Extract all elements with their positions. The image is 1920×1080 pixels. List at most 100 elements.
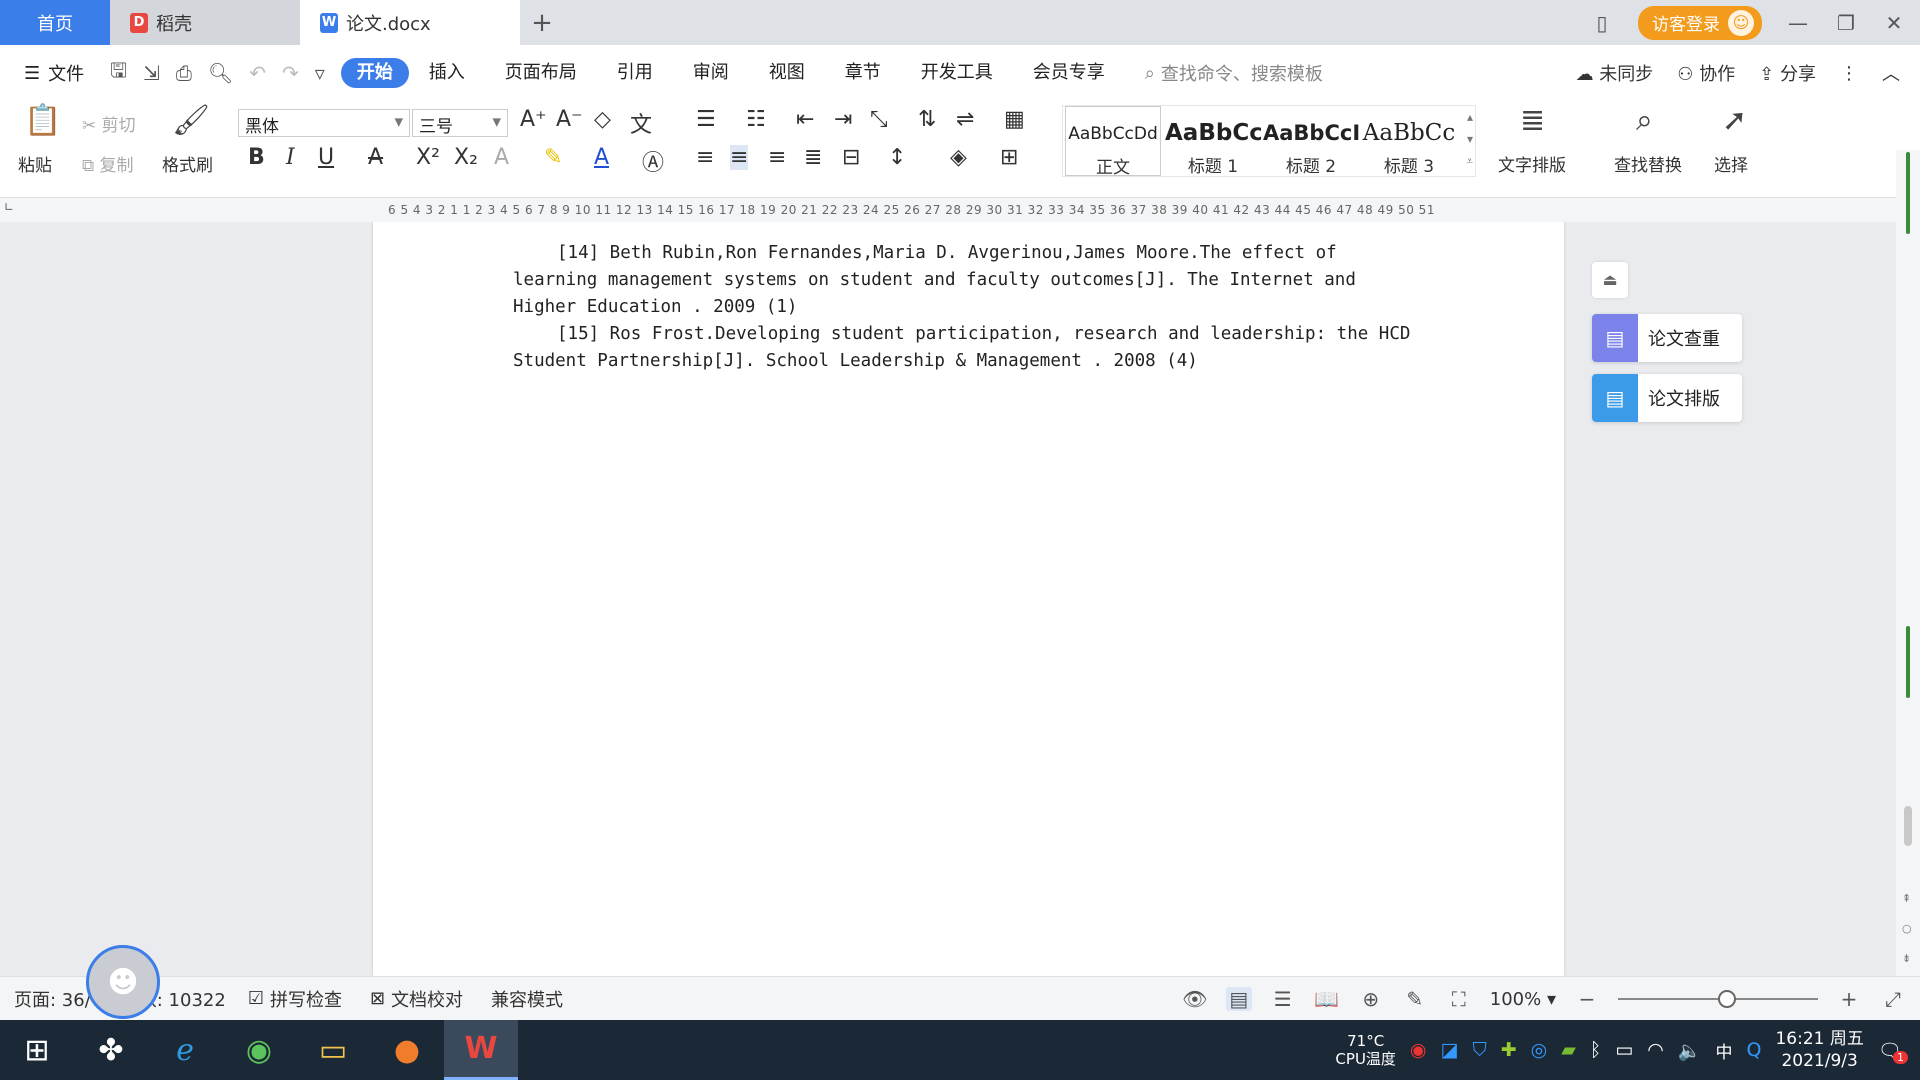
scroll-thumb[interactable]: [1904, 806, 1912, 846]
text-direction-icon[interactable]: ⤡: [870, 107, 888, 132]
justify-icon[interactable]: ≣: [804, 145, 822, 170]
zoom-slider[interactable]: [1618, 990, 1818, 1008]
text-layout-button[interactable]: 文字排版: [1498, 151, 1566, 176]
grow-font-icon[interactable]: A⁺: [520, 107, 547, 132]
font-name-select[interactable]: 黑体 ▾: [238, 109, 410, 137]
undo-icon[interactable]: ↶: [249, 61, 266, 85]
increase-indent-icon[interactable]: ⇥: [834, 107, 852, 132]
ie-browser-icon[interactable]: ℯ: [148, 1020, 222, 1080]
login-button[interactable]: 访客登录 ☺: [1638, 5, 1762, 40]
paste-button[interactable]: 粘贴: [18, 151, 52, 176]
browser-360-icon[interactable]: ◉: [222, 1020, 296, 1080]
style-heading-2[interactable]: AaBbCcI 标题 2: [1263, 114, 1359, 177]
tab-developer[interactable]: 开发工具: [901, 58, 1013, 88]
style-normal[interactable]: AaBbCcDd 正文: [1065, 106, 1161, 178]
panel-collapse-button[interactable]: ⏏: [1592, 262, 1628, 298]
more-icon[interactable]: ⋮: [1840, 63, 1858, 84]
print-icon[interactable]: ⎙: [176, 61, 192, 85]
paragraph-mark-icon[interactable]: ⇌: [956, 107, 974, 132]
font-color-icon[interactable]: A: [594, 145, 609, 170]
tab-references[interactable]: 引用: [597, 58, 673, 88]
char-border-icon[interactable]: Ⓐ: [642, 145, 664, 177]
nvidia-icon[interactable]: ▰: [1561, 1039, 1576, 1061]
fit-page-icon[interactable]: ⛶: [1446, 987, 1472, 1011]
volume-icon[interactable]: 🔈: [1678, 1039, 1702, 1062]
shading-icon[interactable]: ◈: [950, 145, 967, 170]
zoom-slider-knob[interactable]: [1718, 990, 1736, 1008]
tray-plus-icon[interactable]: ✚: [1501, 1039, 1517, 1061]
format-painter-icon[interactable]: 🖌: [172, 103, 210, 138]
paste-icon[interactable]: 📋: [24, 103, 61, 138]
style-heading-1[interactable]: AaBbCc 标题 1: [1165, 114, 1261, 177]
reading-view-icon[interactable]: 📖: [1314, 987, 1340, 1011]
sort-icon[interactable]: ⇅: [918, 107, 936, 132]
command-search[interactable]: ⌕ 查找命令、搜索模板: [1145, 60, 1323, 86]
clear-format-icon[interactable]: ◇: [594, 107, 611, 132]
notification-icon[interactable]: 🗨 1: [1878, 1039, 1908, 1064]
tab-document[interactable]: W 论文.docx: [300, 0, 520, 45]
zoom-out-icon[interactable]: −: [1574, 987, 1600, 1011]
page-view-icon[interactable]: ▤: [1225, 987, 1252, 1011]
windows-start-icon[interactable]: ⊞: [0, 1020, 74, 1080]
zoom-level[interactable]: 100% ▾: [1490, 989, 1556, 1010]
new-tab-button[interactable]: +: [520, 0, 564, 45]
outline-view-icon[interactable]: ☰: [1270, 987, 1296, 1011]
media-player-icon[interactable]: ●: [370, 1020, 444, 1080]
shrink-font-icon[interactable]: A⁻: [556, 107, 583, 132]
tab-review[interactable]: 审阅: [673, 58, 749, 88]
line-spacing-icon[interactable]: ↕: [888, 145, 906, 170]
table-tools-icon[interactable]: ▦: [1004, 107, 1025, 132]
pinyin-icon[interactable]: 文: [630, 107, 652, 139]
find-replace-button[interactable]: 查找替换: [1614, 151, 1682, 176]
tab-chapter[interactable]: 章节: [825, 58, 901, 88]
tray-circle-icon[interactable]: ◎: [1531, 1039, 1548, 1061]
align-left-icon[interactable]: ≡: [696, 145, 714, 170]
reference-15[interactable]: [15] Ros Frost.Developing student partic…: [513, 321, 1423, 375]
tray-network-tool-icon[interactable]: ◪: [1441, 1039, 1459, 1061]
tray-q-icon[interactable]: Q: [1747, 1039, 1762, 1061]
prev-page-icon[interactable]: ⇞: [1902, 892, 1911, 905]
file-menu[interactable]: ☰ 文件: [0, 60, 110, 86]
select-button[interactable]: 选择: [1714, 151, 1748, 176]
styles-scroll-up-icon[interactable]: ▴: [1467, 110, 1473, 124]
bullet-list-icon[interactable]: ☰: [696, 107, 716, 132]
tab-insert[interactable]: 插入: [409, 58, 485, 88]
ime-indicator[interactable]: 中: [1716, 1038, 1733, 1063]
strikethrough-icon[interactable]: A: [368, 145, 383, 170]
assistant-mascot[interactable]: ☻: [86, 945, 160, 1019]
pen-icon[interactable]: ✎: [1402, 987, 1428, 1011]
tab-docer[interactable]: D 稻壳: [110, 0, 300, 45]
cpu-temperature[interactable]: 71°C CPU温度: [1335, 1032, 1396, 1068]
system-clock[interactable]: 16:21 周五 2021/9/3: [1775, 1028, 1863, 1072]
save-icon[interactable]: 🖫: [110, 56, 127, 90]
style-heading-3[interactable]: AaBbCc 标题 3: [1361, 114, 1457, 177]
tab-member[interactable]: 会员专享: [1013, 58, 1125, 88]
collab-button[interactable]: ⚇ 协作: [1677, 60, 1735, 86]
zoom-in-icon[interactable]: +: [1836, 987, 1862, 1011]
app-pinwheel-icon[interactable]: ✤: [74, 1020, 148, 1080]
decrease-indent-icon[interactable]: ⇤: [796, 107, 814, 132]
text-effect-icon[interactable]: A: [494, 145, 509, 170]
wifi-icon[interactable]: ◠: [1647, 1039, 1664, 1061]
document-page[interactable]: [14] Beth Rubin,Ron Fernandes,Maria D. A…: [373, 222, 1564, 976]
copy-button[interactable]: ⧉ 复制: [82, 151, 134, 176]
distribute-icon[interactable]: ⊟: [842, 145, 860, 170]
next-page-icon[interactable]: ⇟: [1902, 952, 1911, 965]
bold-icon[interactable]: B: [248, 145, 265, 170]
eye-protection-icon[interactable]: 👁: [1182, 987, 1208, 1011]
font-size-select[interactable]: 三号 ▾: [412, 109, 508, 137]
text-layout-icon[interactable]: ≣: [1520, 103, 1545, 138]
file-explorer-icon[interactable]: ▭: [296, 1020, 370, 1080]
print-preview-icon[interactable]: 🔍︎: [208, 61, 233, 85]
align-right-icon[interactable]: ≡: [768, 145, 786, 170]
plagiarism-check-button[interactable]: ▤ 论文查重: [1592, 314, 1742, 362]
tab-view[interactable]: 视图: [749, 58, 825, 88]
wps-office-icon[interactable]: W: [444, 1020, 518, 1080]
tray-app-icon[interactable]: ◉: [1410, 1039, 1427, 1061]
align-center-icon[interactable]: ≡: [730, 145, 749, 170]
superscript-icon[interactable]: X²: [416, 145, 440, 170]
borders-icon[interactable]: ⊞: [1000, 145, 1018, 170]
redo-icon[interactable]: ↷: [282, 61, 299, 85]
subscript-icon[interactable]: X₂: [454, 145, 478, 170]
security-shield-icon[interactable]: ⛉: [1472, 1039, 1486, 1061]
